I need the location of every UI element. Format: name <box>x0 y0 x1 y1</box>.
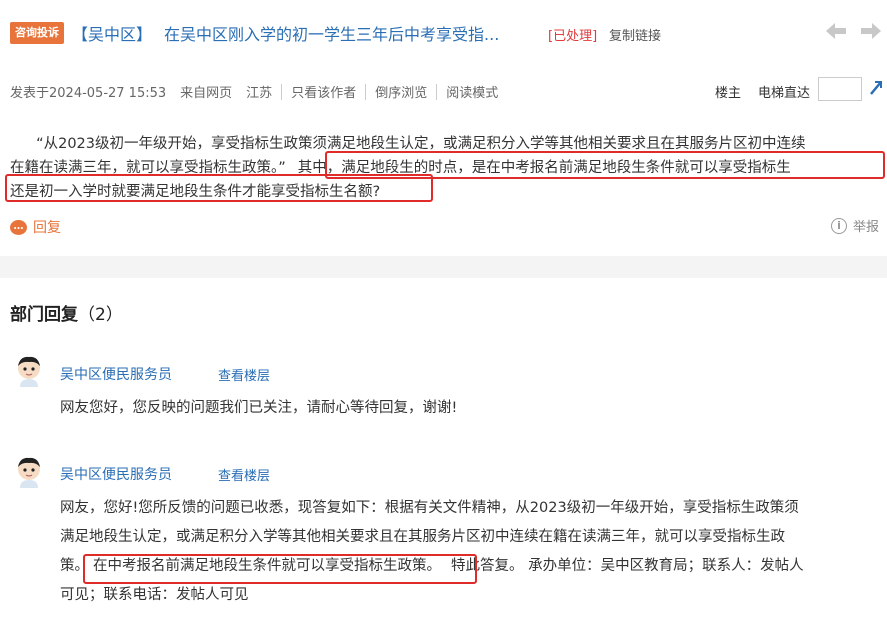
divider <box>365 83 367 100</box>
avatar[interactable] <box>14 355 44 387</box>
reply-author[interactable]: 吴中区便民服务员 <box>60 364 172 384</box>
view-floor-link[interactable]: 查看楼层 <box>218 365 270 384</box>
view-floor-link[interactable]: 查看楼层 <box>218 465 270 484</box>
reply-line: 可见；联系电话：发帖人可见 <box>60 587 249 603</box>
reply-label[interactable]: 回复 <box>33 217 61 237</box>
section-divider <box>0 256 887 278</box>
floor-input[interactable] <box>818 77 862 101</box>
dept-reply-title: 部门回复 <box>10 305 78 325</box>
reply-author[interactable]: 吴中区便民服务员 <box>60 464 172 484</box>
arrow-right-icon[interactable] <box>861 22 881 45</box>
only-author-link[interactable]: 只看该作者 <box>291 82 356 101</box>
dept-reply-count: （2） <box>78 305 123 325</box>
owner-label: 楼主 <box>715 86 742 101</box>
reply-line: 满足地段生认定，或满足积分入学等其他相关要求且在其服务片区初中连续在籍在读满三年… <box>60 529 785 545</box>
info-icon: i <box>831 217 847 234</box>
district-label[interactable]: 【吴中区】 <box>72 25 152 44</box>
divider <box>436 83 438 100</box>
copy-link-button[interactable]: 复制链接 <box>609 25 661 44</box>
reply-text: 网友，您好!您所反馈的问题已收悉，现答复如下：根据有关文件精神，从2023级初一… <box>60 494 884 610</box>
reply-text: 网友您好，您反映的问题我们已关注，请耐心等待回复，谢谢! <box>60 400 458 416</box>
jump-icon[interactable] <box>868 79 884 101</box>
status-badge: [已处理] <box>548 29 598 44</box>
arrow-left-icon[interactable] <box>826 22 846 45</box>
report-button[interactable]: i 举报 <box>831 216 879 235</box>
reverse-order-link[interactable]: 倒序浏览 <box>375 82 427 101</box>
post-source: 来自网页 <box>180 86 233 101</box>
reply-line-end: 特此答复。 承办单位：吴中区教育局；联系人：发帖人 <box>451 558 804 574</box>
title-text[interactable]: 在吴中区刚入学的初一学生三年后中考享受指... <box>164 25 499 44</box>
reply-line: 网友，您好!您所反馈的问题已收悉，现答复如下：根据有关文件精神，从2023级初一… <box>60 500 799 516</box>
highlight-box <box>5 174 433 202</box>
comment-icon: … <box>10 219 27 235</box>
post-meta: 发表于2024-05-27 15:53 来自网页 江苏 只看该作者 倒序浏览 阅… <box>10 82 498 101</box>
reply-button[interactable]: … 回复 <box>10 217 61 237</box>
avatar[interactable] <box>14 456 44 488</box>
divider <box>281 83 283 100</box>
highlight-box <box>83 554 477 584</box>
thread-title[interactable]: 【吴中区】 在吴中区刚入学的初一学生三年后中考享受指... <box>72 21 499 45</box>
dept-reply-heading: 部门回复（2） <box>10 300 123 325</box>
report-label[interactable]: 举报 <box>853 216 879 235</box>
reading-mode-link[interactable]: 阅读模式 <box>446 82 498 101</box>
post-region: 江苏 <box>246 86 273 101</box>
category-tag: 咨询投诉 <box>10 22 64 44</box>
post-date: 发表于2024-05-27 15:53 <box>10 86 167 101</box>
elevator-label: 电梯直达 <box>758 86 811 101</box>
